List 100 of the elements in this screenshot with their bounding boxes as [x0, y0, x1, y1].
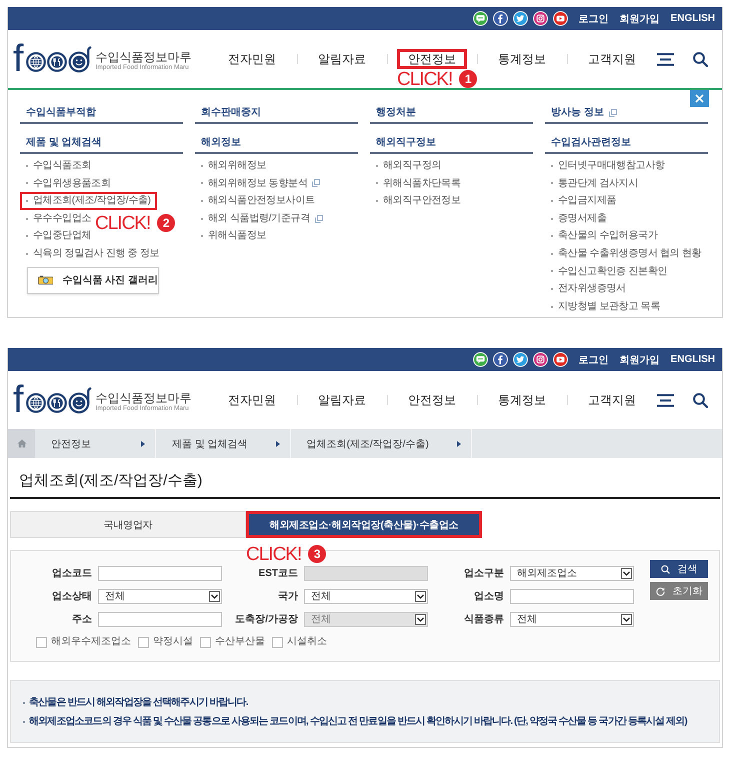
menu-link[interactable]: 통관단계 검사지시 — [545, 174, 644, 192]
play-icon[interactable] — [552, 352, 568, 368]
menu-link[interactable]: 지방청별 보관창고 목록 — [545, 298, 666, 316]
step-badge: 2 — [157, 214, 176, 232]
top-link[interactable]: 로그인 — [578, 12, 609, 26]
section-heading[interactable]: 해외직구정보 — [376, 136, 436, 150]
menu-heading[interactable]: 방사능 정보 — [551, 106, 617, 120]
select-field[interactable]: 전체 — [304, 589, 428, 604]
search-icon[interactable] — [693, 392, 708, 408]
step-badge: 1 — [459, 70, 478, 88]
search-button[interactable]: 검색 — [650, 560, 708, 578]
menu-link[interactable]: 수입금지제품 — [545, 192, 622, 210]
menu-link[interactable]: 해외식품안전정보사이트 — [195, 192, 321, 210]
field-label: 도축장/가공장 — [234, 613, 299, 626]
menu-link[interactable]: 위해식품정보 — [195, 227, 272, 245]
menu-heading[interactable]: 회수판매중지 — [201, 106, 261, 120]
section-heading[interactable]: 수입검사관련정보 — [551, 136, 631, 150]
tab[interactable]: 국내영업자 — [10, 511, 246, 538]
text-field[interactable] — [98, 566, 222, 582]
top-link[interactable]: ENGLISH — [670, 354, 715, 366]
nav-item[interactable]: 고객지원 — [577, 49, 647, 69]
speech-bubble-icon[interactable] — [472, 352, 488, 368]
bird-icon[interactable] — [512, 11, 528, 26]
menu-link[interactable]: 해외 식품법령/기준규격 — [195, 210, 329, 228]
nav-item[interactable]: 안전정보 — [397, 390, 467, 410]
menu-link[interactable]: 우수수입업소 — [20, 210, 98, 228]
top-link[interactable]: 로그인 — [578, 352, 609, 367]
field-label: 식품종류 — [463, 613, 505, 626]
step-badge: 3 — [308, 545, 326, 564]
nav-item[interactable]: 전자민원 — [217, 49, 287, 69]
checkbox-label: 해외우수제조업소 — [51, 636, 131, 648]
menu-link[interactable]: 위해식품차단목록 — [370, 174, 467, 192]
menu-link[interactable]: 수입위생용품조회 — [20, 174, 117, 192]
menu-link[interactable]: 해외직구안전정보 — [370, 192, 467, 210]
section-heading[interactable]: 제품 및 업체검색 — [26, 136, 102, 150]
nav-item[interactable]: 전자민원 — [217, 390, 287, 410]
caret-right-icon — [141, 440, 145, 447]
menu-icon[interactable] — [657, 394, 674, 407]
camera-icon — [38, 273, 54, 288]
breadcrumb-link[interactable]: 업체조회(제조/작업장/수출) — [290, 429, 472, 458]
checkbox[interactable] — [36, 636, 47, 648]
top-link[interactable]: 회원가입 — [620, 12, 660, 26]
menu-link[interactable]: 해외위해정보 동향분석 — [195, 174, 326, 192]
field-label: 주소 — [71, 613, 93, 626]
menu-icon[interactable] — [657, 52, 674, 66]
chevron-down-icon — [621, 568, 632, 580]
tab[interactable]: 해외제조업소·해외작업장(축산물)·수출업소 — [246, 511, 482, 538]
select-field[interactable]: 해외제조업소 — [510, 566, 634, 582]
checkbox-label: 수산부산물 — [215, 636, 265, 648]
menu-link[interactable]: 식육의 정밀검사 진행 중 정보 — [20, 244, 166, 263]
menu-link[interactable]: 증명서제출 — [545, 210, 613, 228]
camera-icon[interactable] — [532, 11, 548, 26]
select-field[interactable]: 전체 — [510, 612, 634, 628]
gallery-button[interactable]: 수입식품 사진 갤러리 — [27, 266, 159, 294]
nav-item[interactable]: 고객지원 — [577, 390, 647, 410]
menu-link[interactable]: 수입신고확인증 진본확인 — [545, 262, 674, 280]
menu-link[interactable]: 해외위해정보 — [195, 157, 272, 175]
breadcrumb-link[interactable]: 제품 및 업체검색 — [156, 429, 291, 458]
close-icon — [695, 94, 704, 103]
checkbox[interactable] — [138, 636, 149, 648]
bird-icon[interactable] — [512, 352, 528, 368]
click-label: CLICK! — [95, 214, 150, 232]
menu-link[interactable]: 축산물 수출위생증명서 협의 현황 — [545, 244, 708, 263]
menu-link[interactable]: 인터넷구매대행참고사항 — [545, 157, 671, 175]
menu-link[interactable]: 수입식품조회 — [20, 157, 98, 175]
camera-icon[interactable] — [532, 352, 548, 368]
nav-item[interactable]: 알림자료 — [307, 49, 377, 69]
nav-item[interactable]: 안전정보 — [397, 49, 467, 69]
menu-heading[interactable]: 행정처분 — [376, 106, 416, 120]
play-icon[interactable] — [552, 11, 568, 26]
speech-bubble-icon[interactable] — [472, 11, 488, 26]
close-button[interactable] — [690, 90, 709, 107]
menu-heading[interactable]: 수입식품부적합 — [26, 106, 96, 120]
facebook-icon[interactable] — [492, 352, 508, 368]
nav-item[interactable]: 통계정보 — [487, 49, 557, 69]
chevron-down-icon — [209, 591, 220, 602]
section-heading[interactable]: 해외정보 — [201, 136, 241, 150]
checkbox[interactable] — [272, 636, 283, 648]
text-field[interactable] — [510, 589, 634, 604]
breadcrumb-link[interactable]: 안전정보 — [35, 429, 156, 458]
menu-link[interactable]: 수입중단업체 — [20, 227, 98, 245]
menu-link[interactable]: 해외직구정의 — [370, 157, 448, 175]
reset-button[interactable]: 초기화 — [650, 582, 708, 600]
checkbox[interactable] — [200, 636, 211, 648]
menu-link[interactable]: 축산물의 수입허용국가 — [545, 227, 664, 245]
external-link-icon — [312, 179, 320, 188]
select-field[interactable]: 전체 — [98, 589, 222, 604]
menu-link[interactable]: 전자위생증명서 — [545, 280, 632, 298]
menu-link[interactable]: 업체조회(제조/작업장/수출) — [20, 192, 157, 210]
nav-item[interactable]: 알림자료 — [307, 390, 377, 410]
facebook-icon[interactable] — [492, 11, 508, 26]
text-field[interactable] — [98, 612, 222, 628]
refresh-icon — [656, 586, 664, 596]
search-icon[interactable] — [693, 52, 708, 66]
chevron-down-icon — [415, 591, 426, 602]
top-link[interactable]: 회원가입 — [620, 352, 660, 367]
nav-item[interactable]: 통계정보 — [487, 390, 557, 410]
field-label: 국가 — [277, 590, 299, 604]
checkbox-label: 약정시설 — [153, 636, 193, 648]
top-link[interactable]: ENGLISH — [670, 13, 715, 24]
